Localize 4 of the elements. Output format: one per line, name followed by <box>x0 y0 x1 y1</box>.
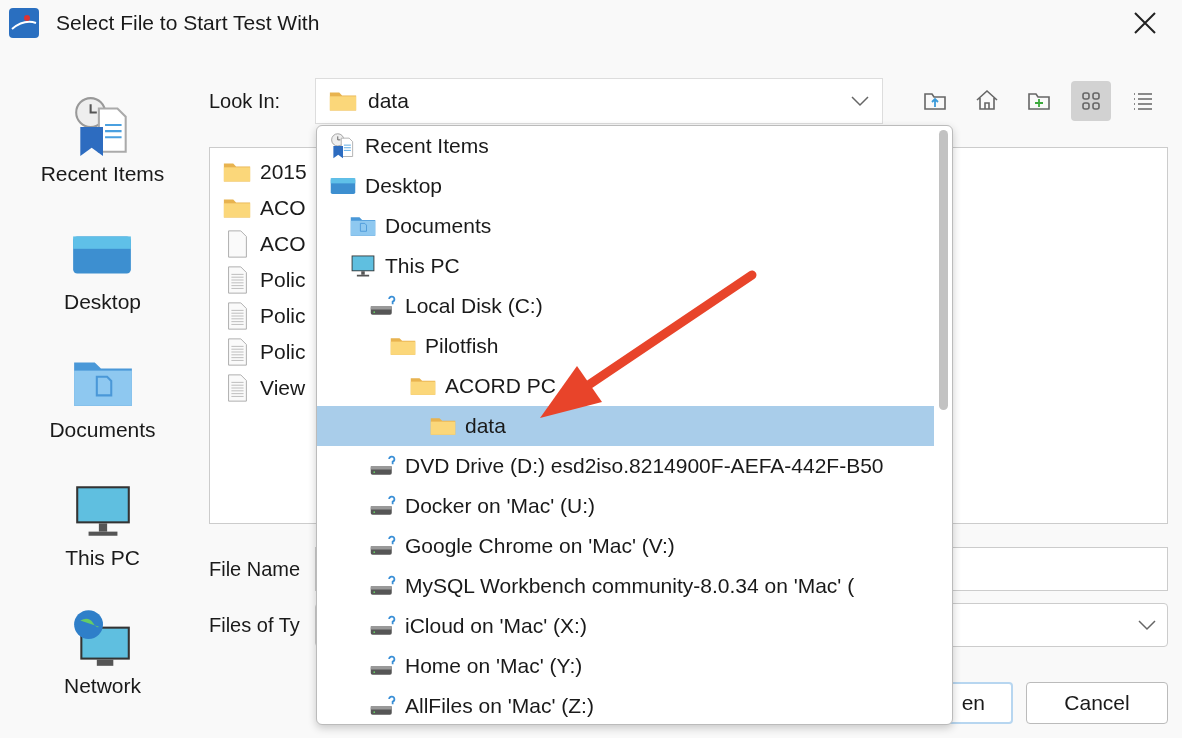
window-title: Select File to Start Test With <box>56 11 320 35</box>
look-in-label: Look In: <box>209 89 282 113</box>
file-type-label: Files of Ty <box>209 613 301 637</box>
file-name-label: File Name <box>209 557 302 581</box>
